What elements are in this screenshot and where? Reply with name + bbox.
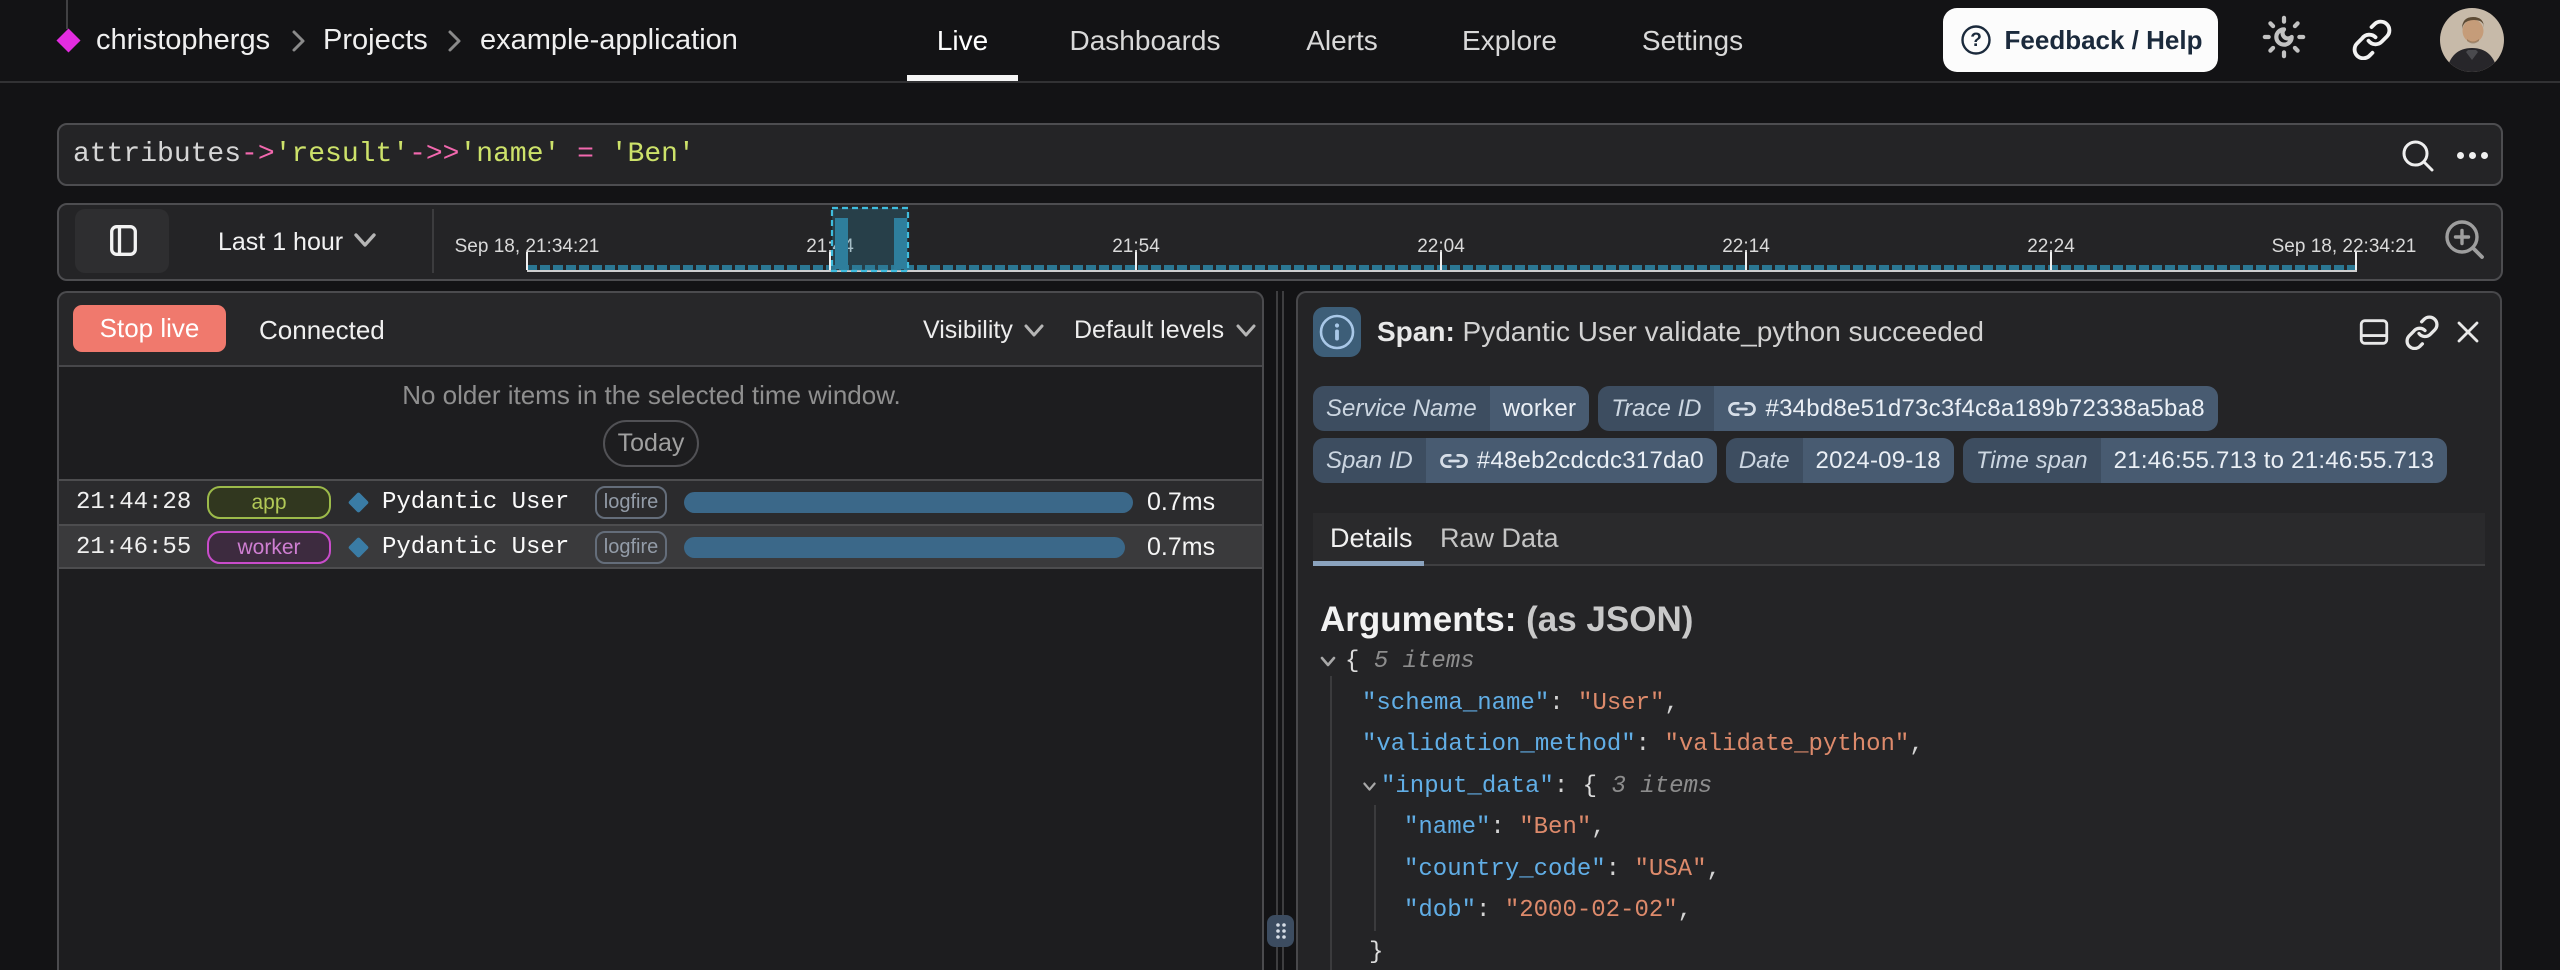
svg-text:?: ?	[1970, 30, 1982, 51]
